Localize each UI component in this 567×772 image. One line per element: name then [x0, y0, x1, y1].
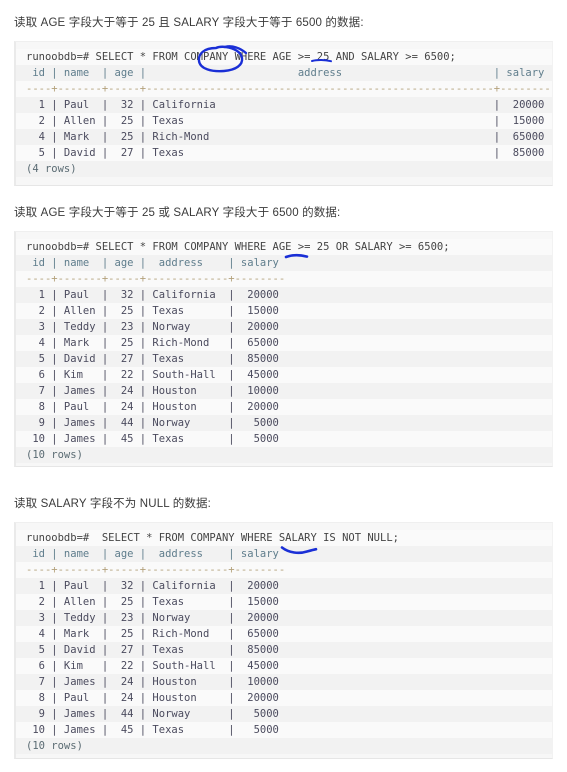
code-line-row: 7 | James | 24 | Houston | 10000 — [16, 674, 552, 690]
code-line-footer: (4 rows) — [16, 161, 552, 177]
code-line-footer: (10 rows) — [16, 447, 552, 463]
code-line-row: 3 | Teddy | 23 | Norway | 20000 — [16, 610, 552, 626]
code-line-header: id | name | age | address | salary — [16, 546, 552, 562]
section-3-heading: 读取 SALARY 字段不为 NULL 的数据: — [14, 498, 212, 510]
code-line-separator: ----+-------+-----+-------------+-------… — [16, 271, 552, 287]
code-line-row: 7 | James | 24 | Houston | 10000 — [16, 383, 552, 399]
code-line-command: runoobdb=# SELECT * FROM COMPANY WHERE S… — [16, 530, 552, 546]
code-line-row: 2 | Allen | 25 | Texas | 15000 — [16, 594, 552, 610]
code-line-row: 8 | Paul | 24 | Houston | 20000 — [16, 399, 552, 415]
code-block-3: runoobdb=# SELECT * FROM COMPANY WHERE S… — [14, 522, 553, 759]
code-line-row: 5 | David | 27 | Texas | 85000 — [16, 642, 552, 658]
section-1-heading: 读取 AGE 字段大于等于 25 且 SALARY 字段大于等于 6500 的数… — [14, 17, 364, 29]
code-line-row: 1 | Paul | 32 | California | 20000 — [16, 578, 552, 594]
code-line-row: 6 | Kim | 22 | South-Hall | 45000 — [16, 367, 552, 383]
code-line-row: 10 | James | 45 | Texas | 5000 — [16, 722, 552, 738]
code-line-row: 8 | Paul | 24 | Houston | 20000 — [16, 690, 552, 706]
code-line-row: 1 | Paul | 32 | California | 20000 — [16, 287, 552, 303]
code-line-row: 2 | Allen | 25 | Texas | 15000 — [16, 113, 552, 129]
code-line-header: id | name | age | address | salary — [16, 65, 552, 81]
document-page: 读取 AGE 字段大于等于 25 且 SALARY 字段大于等于 6500 的数… — [0, 0, 567, 772]
code-line-row: 4 | Mark | 25 | Rich-Mond | 65000 — [16, 626, 552, 642]
code-line-command: runoobdb=# SELECT * FROM COMPANY WHERE A… — [16, 239, 552, 255]
code-block-1: runoobdb=# SELECT * FROM COMPANY WHERE A… — [14, 41, 553, 186]
code-line-row: 2 | Allen | 25 | Texas | 15000 — [16, 303, 552, 319]
code-block-2: runoobdb=# SELECT * FROM COMPANY WHERE A… — [14, 231, 553, 467]
code-line-row: 9 | James | 44 | Norway | 5000 — [16, 706, 552, 722]
code-line-row: 1 | Paul | 32 | California | 20000 — [16, 97, 552, 113]
code-line-row: 5 | David | 27 | Texas | 85000 — [16, 351, 552, 367]
code-line-row: 4 | Mark | 25 | Rich-Mond | 65000 — [16, 335, 552, 351]
code-line-footer: (10 rows) — [16, 738, 552, 754]
code-line-header: id | name | age | address | salary — [16, 255, 552, 271]
code-line-row: 4 | Mark | 25 | Rich-Mond | 65000 — [16, 129, 552, 145]
code-line-row: 10 | James | 45 | Texas | 5000 — [16, 431, 552, 447]
code-line-row: 6 | Kim | 22 | South-Hall | 45000 — [16, 658, 552, 674]
code-line-command: runoobdb=# SELECT * FROM COMPANY WHERE A… — [16, 49, 552, 65]
section-2-heading: 读取 AGE 字段大于等于 25 或 SALARY 字段大于 6500 的数据: — [14, 207, 341, 219]
code-line-row: 9 | James | 44 | Norway | 5000 — [16, 415, 552, 431]
code-line-separator: ----+-------+-----+-------------+-------… — [16, 562, 552, 578]
code-line-separator: ----+-------+-----+---------------------… — [16, 81, 552, 97]
code-line-row: 5 | David | 27 | Texas | 85000 — [16, 145, 552, 161]
code-line-row: 3 | Teddy | 23 | Norway | 20000 — [16, 319, 552, 335]
